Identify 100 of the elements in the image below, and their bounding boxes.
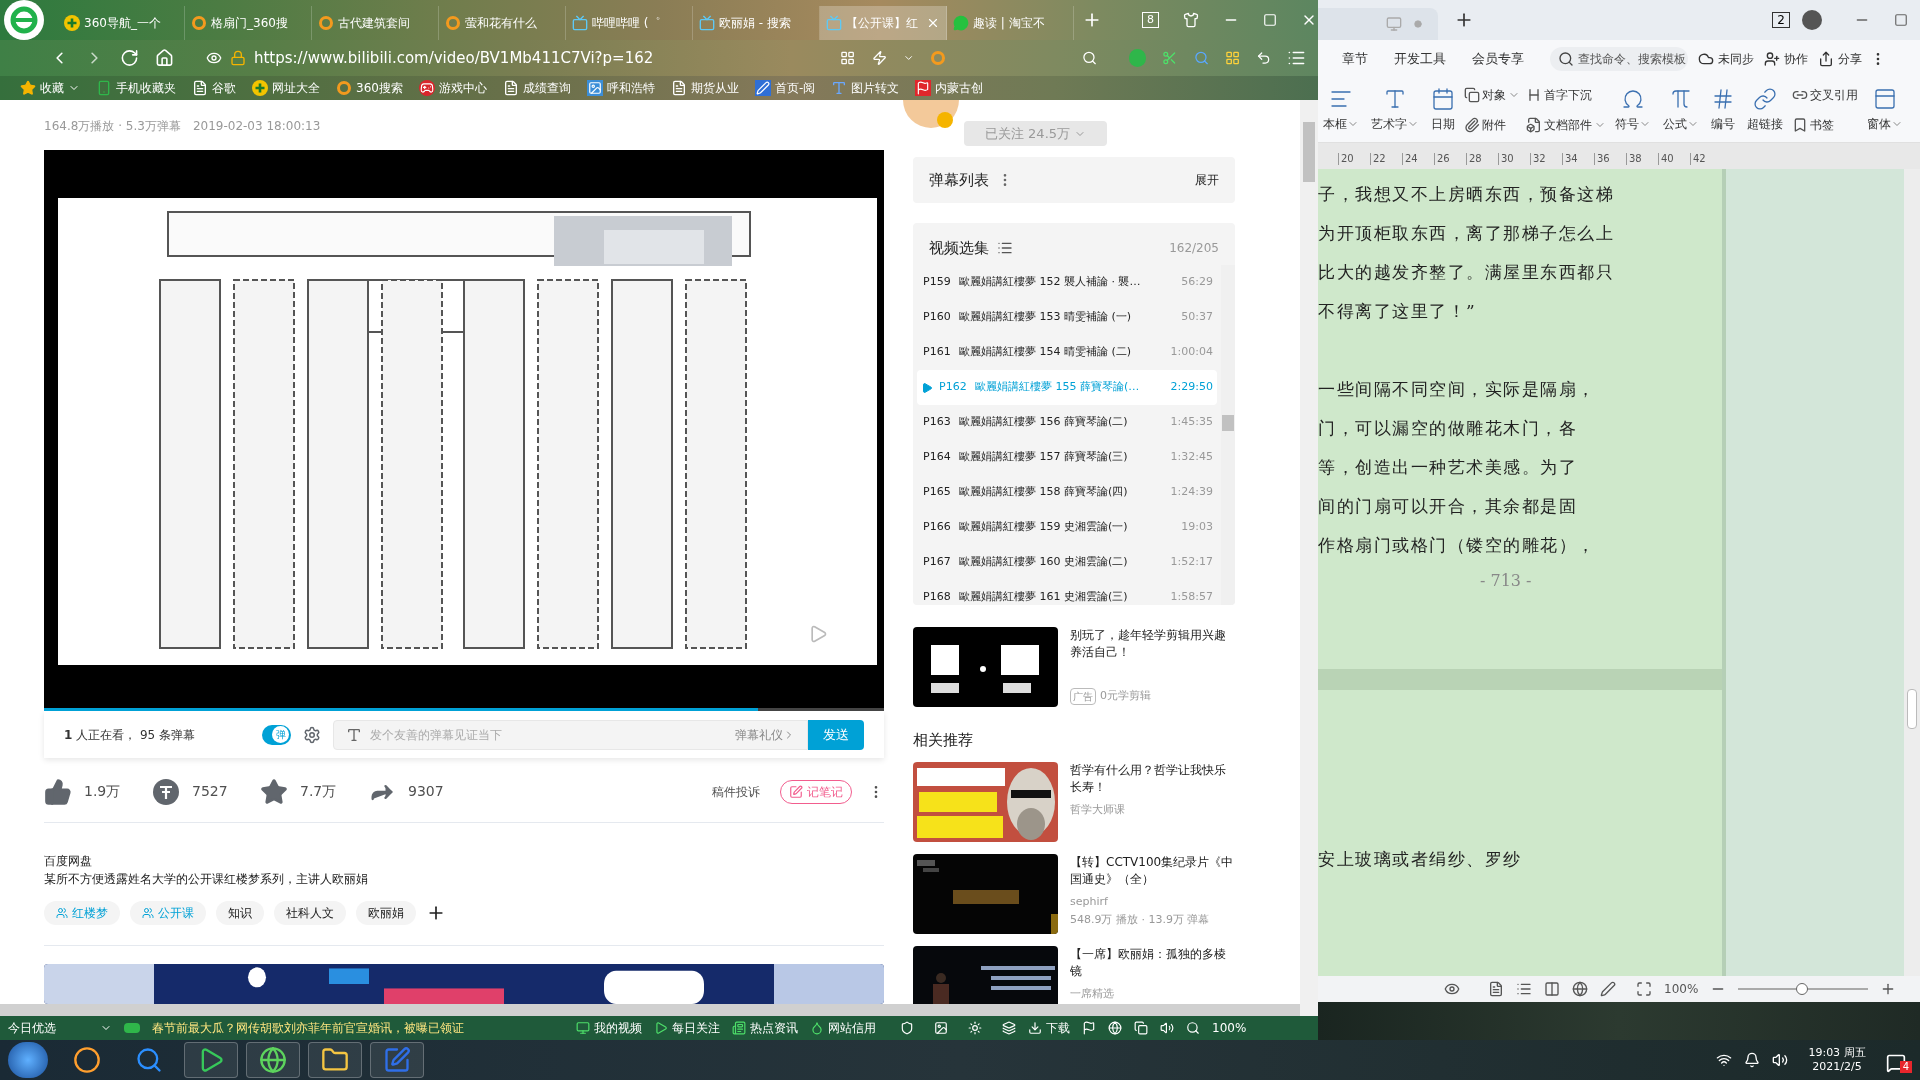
command-search-field[interactable]: 查找命令、搜索模板 xyxy=(1550,47,1688,71)
taskbar-button[interactable] xyxy=(308,1042,362,1078)
episode-item[interactable]: P167 歐麗娟講紅樓夢 160 史湘雲論(二) 1:52:17 xyxy=(917,545,1217,580)
bookmark-link[interactable]: 网址大全 xyxy=(252,79,320,97)
reload-icon[interactable] xyxy=(119,48,139,68)
zoom-slider[interactable] xyxy=(1738,983,1869,995)
outline-view-icon[interactable] xyxy=(1516,981,1532,997)
notification-button[interactable]: 4 xyxy=(1885,1047,1912,1073)
status-link[interactable]: 每日关注 xyxy=(654,1019,720,1037)
ribbon-button[interactable]: 首字下沉 xyxy=(1526,84,1606,106)
zoom-icon[interactable] xyxy=(1186,1021,1200,1035)
tab-count[interactable]: 8 xyxy=(1142,12,1159,28)
clock-time[interactable]: 19:03 周五 xyxy=(1808,1046,1866,1060)
grid-icon[interactable] xyxy=(840,50,856,66)
page-view-icon[interactable] xyxy=(1488,981,1504,997)
horizontal-scrollbar[interactable] xyxy=(0,1004,1300,1016)
episode-item[interactable]: P163 歐麗娟講紅樓夢 156 薛寶琴論(二) 1:45:35 xyxy=(917,405,1217,440)
bookmark-link[interactable]: 图片转文 xyxy=(831,79,900,97)
browser-logo[interactable] xyxy=(4,0,44,40)
toolbar-action[interactable]: 分享 xyxy=(1818,50,1862,68)
web-view-icon[interactable] xyxy=(1572,981,1588,997)
news-ticker[interactable]: 春节前最大瓜？网传胡歌刘亦菲年前官宣婚讯，被曝已领证 xyxy=(152,1019,464,1037)
shield-icon[interactable] xyxy=(900,1021,914,1035)
bookmark-link[interactable]: 首页-阅 xyxy=(754,79,816,97)
bookmark-link[interactable]: 呼和浩特 xyxy=(586,79,655,97)
toolbar-action[interactable]: 未同步 xyxy=(1698,50,1754,68)
toolbar-action[interactable]: 协作 xyxy=(1764,50,1808,68)
bookmark-link[interactable]: 成绩查询 xyxy=(502,79,571,97)
bookmark-link[interactable]: 游戏中心 xyxy=(418,79,487,97)
scrollbar-thumb[interactable] xyxy=(1222,415,1234,431)
shirt-icon[interactable] xyxy=(1183,12,1199,28)
menu-tab[interactable]: 会员专享 xyxy=(1472,49,1524,69)
brightness-icon[interactable] xyxy=(968,1021,982,1035)
tag-chip[interactable]: 社科人文 xyxy=(274,901,346,925)
bookmark-link[interactable]: 期货从业 xyxy=(670,79,739,97)
episode-item[interactable]: P166 歐麗娟講紅樓夢 159 史湘雲論(一) 19:03 xyxy=(917,510,1217,545)
globe-icon[interactable] xyxy=(1108,1021,1122,1035)
ribbon-button[interactable]: 窗体 xyxy=(1864,82,1906,138)
flag-icon[interactable] xyxy=(1082,1021,1096,1035)
book-view-icon[interactable] xyxy=(1544,981,1560,997)
ribbon-button[interactable]: 对象 xyxy=(1464,84,1520,106)
fit-icon[interactable] xyxy=(1636,981,1652,997)
copy-icon[interactable] xyxy=(1134,1021,1148,1035)
tag-chip[interactable]: 知识 xyxy=(216,901,264,925)
ribbon-button[interactable]: 交叉引用 xyxy=(1792,84,1858,106)
avatar[interactable] xyxy=(1802,10,1822,30)
layers-icon[interactable] xyxy=(1002,1021,1016,1035)
settings-icon[interactable] xyxy=(303,724,322,745)
video-title[interactable]: 【转】CCTV100集纪录片《中国通史》（全） xyxy=(1070,853,1235,888)
ribbon-button[interactable]: 文档部件 xyxy=(1526,114,1606,136)
scrollbar[interactable] xyxy=(1221,265,1235,605)
status-link[interactable]: 热点资讯 xyxy=(732,1019,798,1037)
bell-icon[interactable] xyxy=(1744,1052,1761,1068)
menu-tab[interactable]: 章节 xyxy=(1342,49,1368,69)
download-link[interactable]: 下载 xyxy=(1028,1019,1070,1037)
ribbon-button[interactable]: 编号 xyxy=(1708,82,1738,138)
report-link[interactable]: 稿件投诉 xyxy=(712,782,760,801)
start-button[interactable] xyxy=(8,1042,48,1078)
ad-title[interactable]: 别玩了，趁年轻学剪辑用兴趣养活自己！ xyxy=(1070,627,1235,661)
ribbon-button[interactable]: 公式 xyxy=(1660,82,1702,138)
tag-chip[interactable]: 欧丽娟 xyxy=(356,901,416,925)
star-icon[interactable] xyxy=(260,777,288,806)
status-section[interactable]: 今日优选 xyxy=(8,1019,88,1037)
zoom-level[interactable]: 100% xyxy=(1212,1019,1247,1037)
list-icon[interactable] xyxy=(997,240,1013,256)
ribbon-button[interactable]: 日期 xyxy=(1428,82,1458,138)
volume-icon[interactable] xyxy=(1772,1052,1789,1068)
maximize-icon[interactable] xyxy=(1894,13,1908,27)
network-icon[interactable] xyxy=(1716,1052,1733,1068)
episode-item[interactable]: P165 歐麗娟講紅樓夢 158 薛寶琴論(四) 1:24:39 xyxy=(917,475,1217,510)
ribbon-button[interactable]: 艺术字 xyxy=(1368,82,1422,138)
bookmark-link[interactable]: 谷歌 xyxy=(192,79,236,97)
scrollbar-thumb[interactable] xyxy=(1907,689,1917,729)
episode-item[interactable]: P161 歐麗娟講紅樓夢 154 晴雯補論 (二) 1:00:04 xyxy=(917,335,1217,370)
clock-date[interactable]: 2021/2/5 xyxy=(1812,1060,1862,1074)
pen-icon[interactable] xyxy=(1600,981,1616,997)
lightning-icon[interactable] xyxy=(871,50,887,66)
image-icon[interactable] xyxy=(934,1021,948,1035)
episode-item[interactable]: P168 歐麗娟講紅樓夢 161 史湘雲論(三) 1:58:57 xyxy=(917,580,1217,605)
window-count[interactable]: 2 xyxy=(1772,12,1790,28)
ribbon-button[interactable]: 符号 xyxy=(1612,82,1654,138)
text-style-icon[interactable] xyxy=(346,726,363,743)
episode-item[interactable]: P160 歐麗娟講紅樓夢 153 晴雯補論 (一) 50:37 xyxy=(917,300,1217,335)
ribbon-button[interactable]: 书签 xyxy=(1792,114,1858,136)
vertical-scrollbar[interactable] xyxy=(1300,100,1318,1016)
slider-thumb[interactable] xyxy=(1796,983,1808,995)
bookmark-link[interactable]: 360搜索 xyxy=(336,79,403,97)
vertical-scrollbar[interactable] xyxy=(1904,169,1920,976)
status-link[interactable]: 我的视频 xyxy=(576,1019,642,1037)
ribbon-button[interactable]: 附件 xyxy=(1464,114,1520,136)
zoom-level[interactable]: 100% xyxy=(1664,980,1699,998)
taskbar-button[interactable] xyxy=(184,1042,238,1078)
ribbon-button[interactable]: 超链接 xyxy=(1744,82,1786,138)
volume-icon[interactable] xyxy=(1160,1021,1174,1035)
video-title[interactable]: 【一席】欧丽娟：孤独的多棱镜 xyxy=(1070,945,1235,980)
status-link[interactable]: 网站信用 xyxy=(810,1019,876,1037)
bookmark-link[interactable]: 收藏 xyxy=(20,79,80,97)
video-title[interactable]: 哲学有什么用？哲学让我快乐长寿！ xyxy=(1070,761,1235,796)
home-icon[interactable] xyxy=(154,48,174,68)
ribbon-button[interactable]: 本框 xyxy=(1320,82,1362,138)
